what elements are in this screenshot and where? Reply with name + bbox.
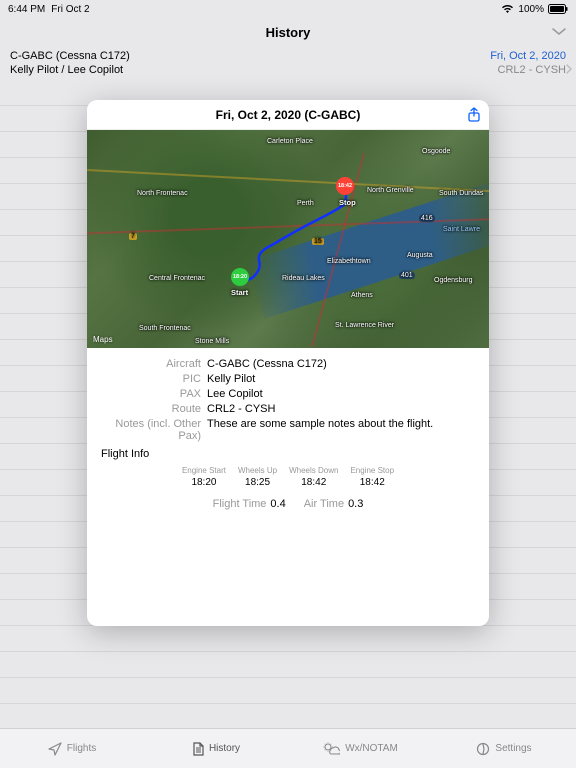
flight-detail-card: Fri, Oct 2, 2020 (C-GABC) Carleton Place… [87,100,489,626]
time-header: Engine Stop [350,466,394,475]
detail-label: Route [99,403,207,415]
summary-flight-time: 0.4 [270,498,285,510]
summary-label: Air Time [304,498,344,510]
list-date: Fri, Oct 2, 2020 [490,50,566,62]
gear-icon [476,742,490,756]
maps-attribution: Maps [93,334,113,344]
detail-aircraft: C-GABC (Cessna C172) [207,358,327,370]
battery-icon [548,4,568,14]
tab-label: Settings [495,743,531,754]
tab-label: History [209,743,240,754]
start-marker[interactable]: 18:20 [231,268,249,286]
detail-route: CRL2 - CYSH [207,403,275,415]
list-aircraft: C-GABC (Cessna C172) [10,50,130,62]
list-crew: Kelly Pilot / Lee Copilot [10,64,123,76]
time-header: Engine Start [182,466,226,475]
flight-summary: Flight Time0.4 Air Time 0.3 [99,498,477,510]
time-header: Wheels Down [289,466,338,475]
detail-label: Notes (incl. Other Pax) [99,418,207,442]
share-button[interactable] [467,107,481,123]
tab-settings[interactable]: Settings [432,729,576,768]
battery-percent: 100% [518,4,544,15]
detail-notes: These are some sample notes about the fl… [207,418,433,442]
document-icon [192,742,204,756]
tab-label: Wx/NOTAM [345,743,398,754]
flight-map[interactable]: Carleton Place Osgoode North Grenville P… [87,130,489,348]
flight-info-section-title: Flight Info [101,448,477,460]
detail-pax: Lee Copilot [207,388,263,400]
weather-icon [322,742,340,756]
status-date: Fri Oct 2 [51,4,89,15]
flight-times: Engine Start 18:20 Wheels Up 18:25 Wheels … [99,466,477,488]
time-engine-stop: 18:42 [350,477,394,488]
card-title: Fri, Oct 2, 2020 (C-GABC) [216,108,361,122]
summary-label: Flight Time [213,498,267,510]
stop-marker[interactable]: 18:42 [336,177,354,195]
tab-bar: Flights History Wx/NOTAM Settings [0,728,576,768]
detail-label: PIC [99,373,207,385]
detail-label: Aircraft [99,358,207,370]
list-route: CRL2 - CYSH [498,64,566,76]
tab-history[interactable]: History [144,729,288,768]
detail-label: PAX [99,388,207,400]
detail-pic: Kelly Pilot [207,373,255,385]
flight-details: AircraftC-GABC (Cessna C172) PICKelly Pi… [87,348,489,514]
page-title: History [266,25,311,40]
wifi-icon [501,4,514,14]
time-wheels-up: 18:25 [238,477,277,488]
card-header: Fri, Oct 2, 2020 (C-GABC) [87,100,489,130]
time-engine-start: 18:20 [182,477,226,488]
summary-air-time: 0.3 [348,498,363,510]
tab-label: Flights [67,743,96,754]
status-bar: 6:44 PM Fri Oct 2 100% [0,0,576,18]
chevron-down-icon[interactable] [552,23,566,41]
nav-bar: History [0,18,576,46]
location-arrow-icon [48,742,62,756]
tab-flights[interactable]: Flights [0,729,144,768]
tab-wx-notam[interactable]: Wx/NOTAM [288,729,432,768]
start-marker-label: Start [231,288,248,297]
time-wheels-down: 18:42 [289,477,338,488]
stop-marker-label: Stop [339,198,356,207]
time-header: Wheels Up [238,466,277,475]
flight-route-line [87,130,489,348]
status-time: 6:44 PM [8,4,45,15]
chevron-right-icon [566,64,572,77]
